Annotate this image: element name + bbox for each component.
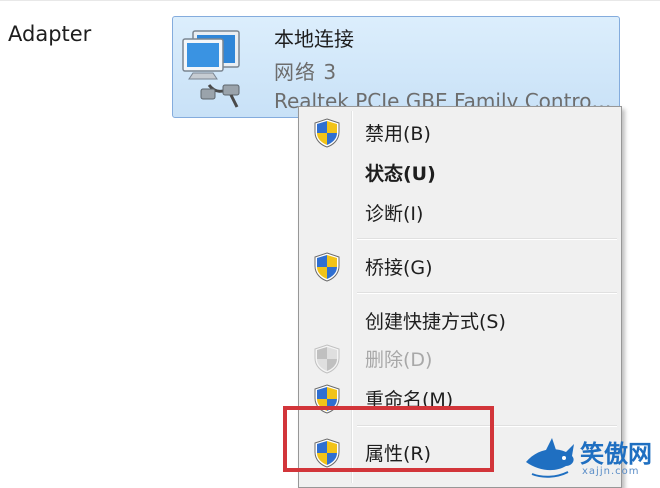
menu-item-bridge[interactable]: 桥接(G)	[301, 247, 619, 285]
uac-shield-icon	[314, 344, 340, 374]
shark-logo-icon	[526, 438, 574, 478]
menu-item-diagnose[interactable]: 诊断(I)	[301, 193, 619, 231]
highlight-box	[283, 406, 494, 472]
menu-item-disable[interactable]: 禁用(B)	[301, 113, 619, 151]
network-adapter-tile[interactable]: 本地连接 网络 3 Realtek PCIe GBE Family Contro…	[172, 16, 620, 118]
menu-item-label: 禁用(B)	[365, 123, 431, 145]
connection-name: 本地连接	[274, 27, 354, 51]
uac-shield-icon	[314, 252, 340, 282]
menu-item-label: 创建快捷方式(S)	[365, 311, 506, 333]
adapter-column-label: Adapter	[8, 22, 92, 46]
menu-item-label: 删除(D)	[365, 349, 433, 371]
menu-item-create-shortcut[interactable]: 创建快捷方式(S)	[301, 301, 619, 339]
watermark-title: 笑傲网	[580, 440, 652, 468]
watermark: 笑傲网 xajjn.com	[522, 432, 658, 484]
menu-item-status[interactable]: 状态(U)	[301, 153, 619, 191]
network-name: 网络 3	[274, 60, 338, 84]
menu-item-delete[interactable]: 删除(D)	[301, 339, 619, 377]
menu-separator	[357, 238, 617, 240]
network-connection-icon	[182, 30, 240, 108]
menu-item-label: 桥接(G)	[365, 257, 433, 279]
watermark-url: xajjn.com	[582, 466, 640, 477]
menu-separator	[357, 292, 617, 294]
top-divider	[0, 0, 660, 1]
menu-item-label: 诊断(I)	[365, 203, 424, 225]
menu-item-label: 状态(U)	[365, 163, 436, 185]
uac-shield-icon	[314, 118, 340, 148]
